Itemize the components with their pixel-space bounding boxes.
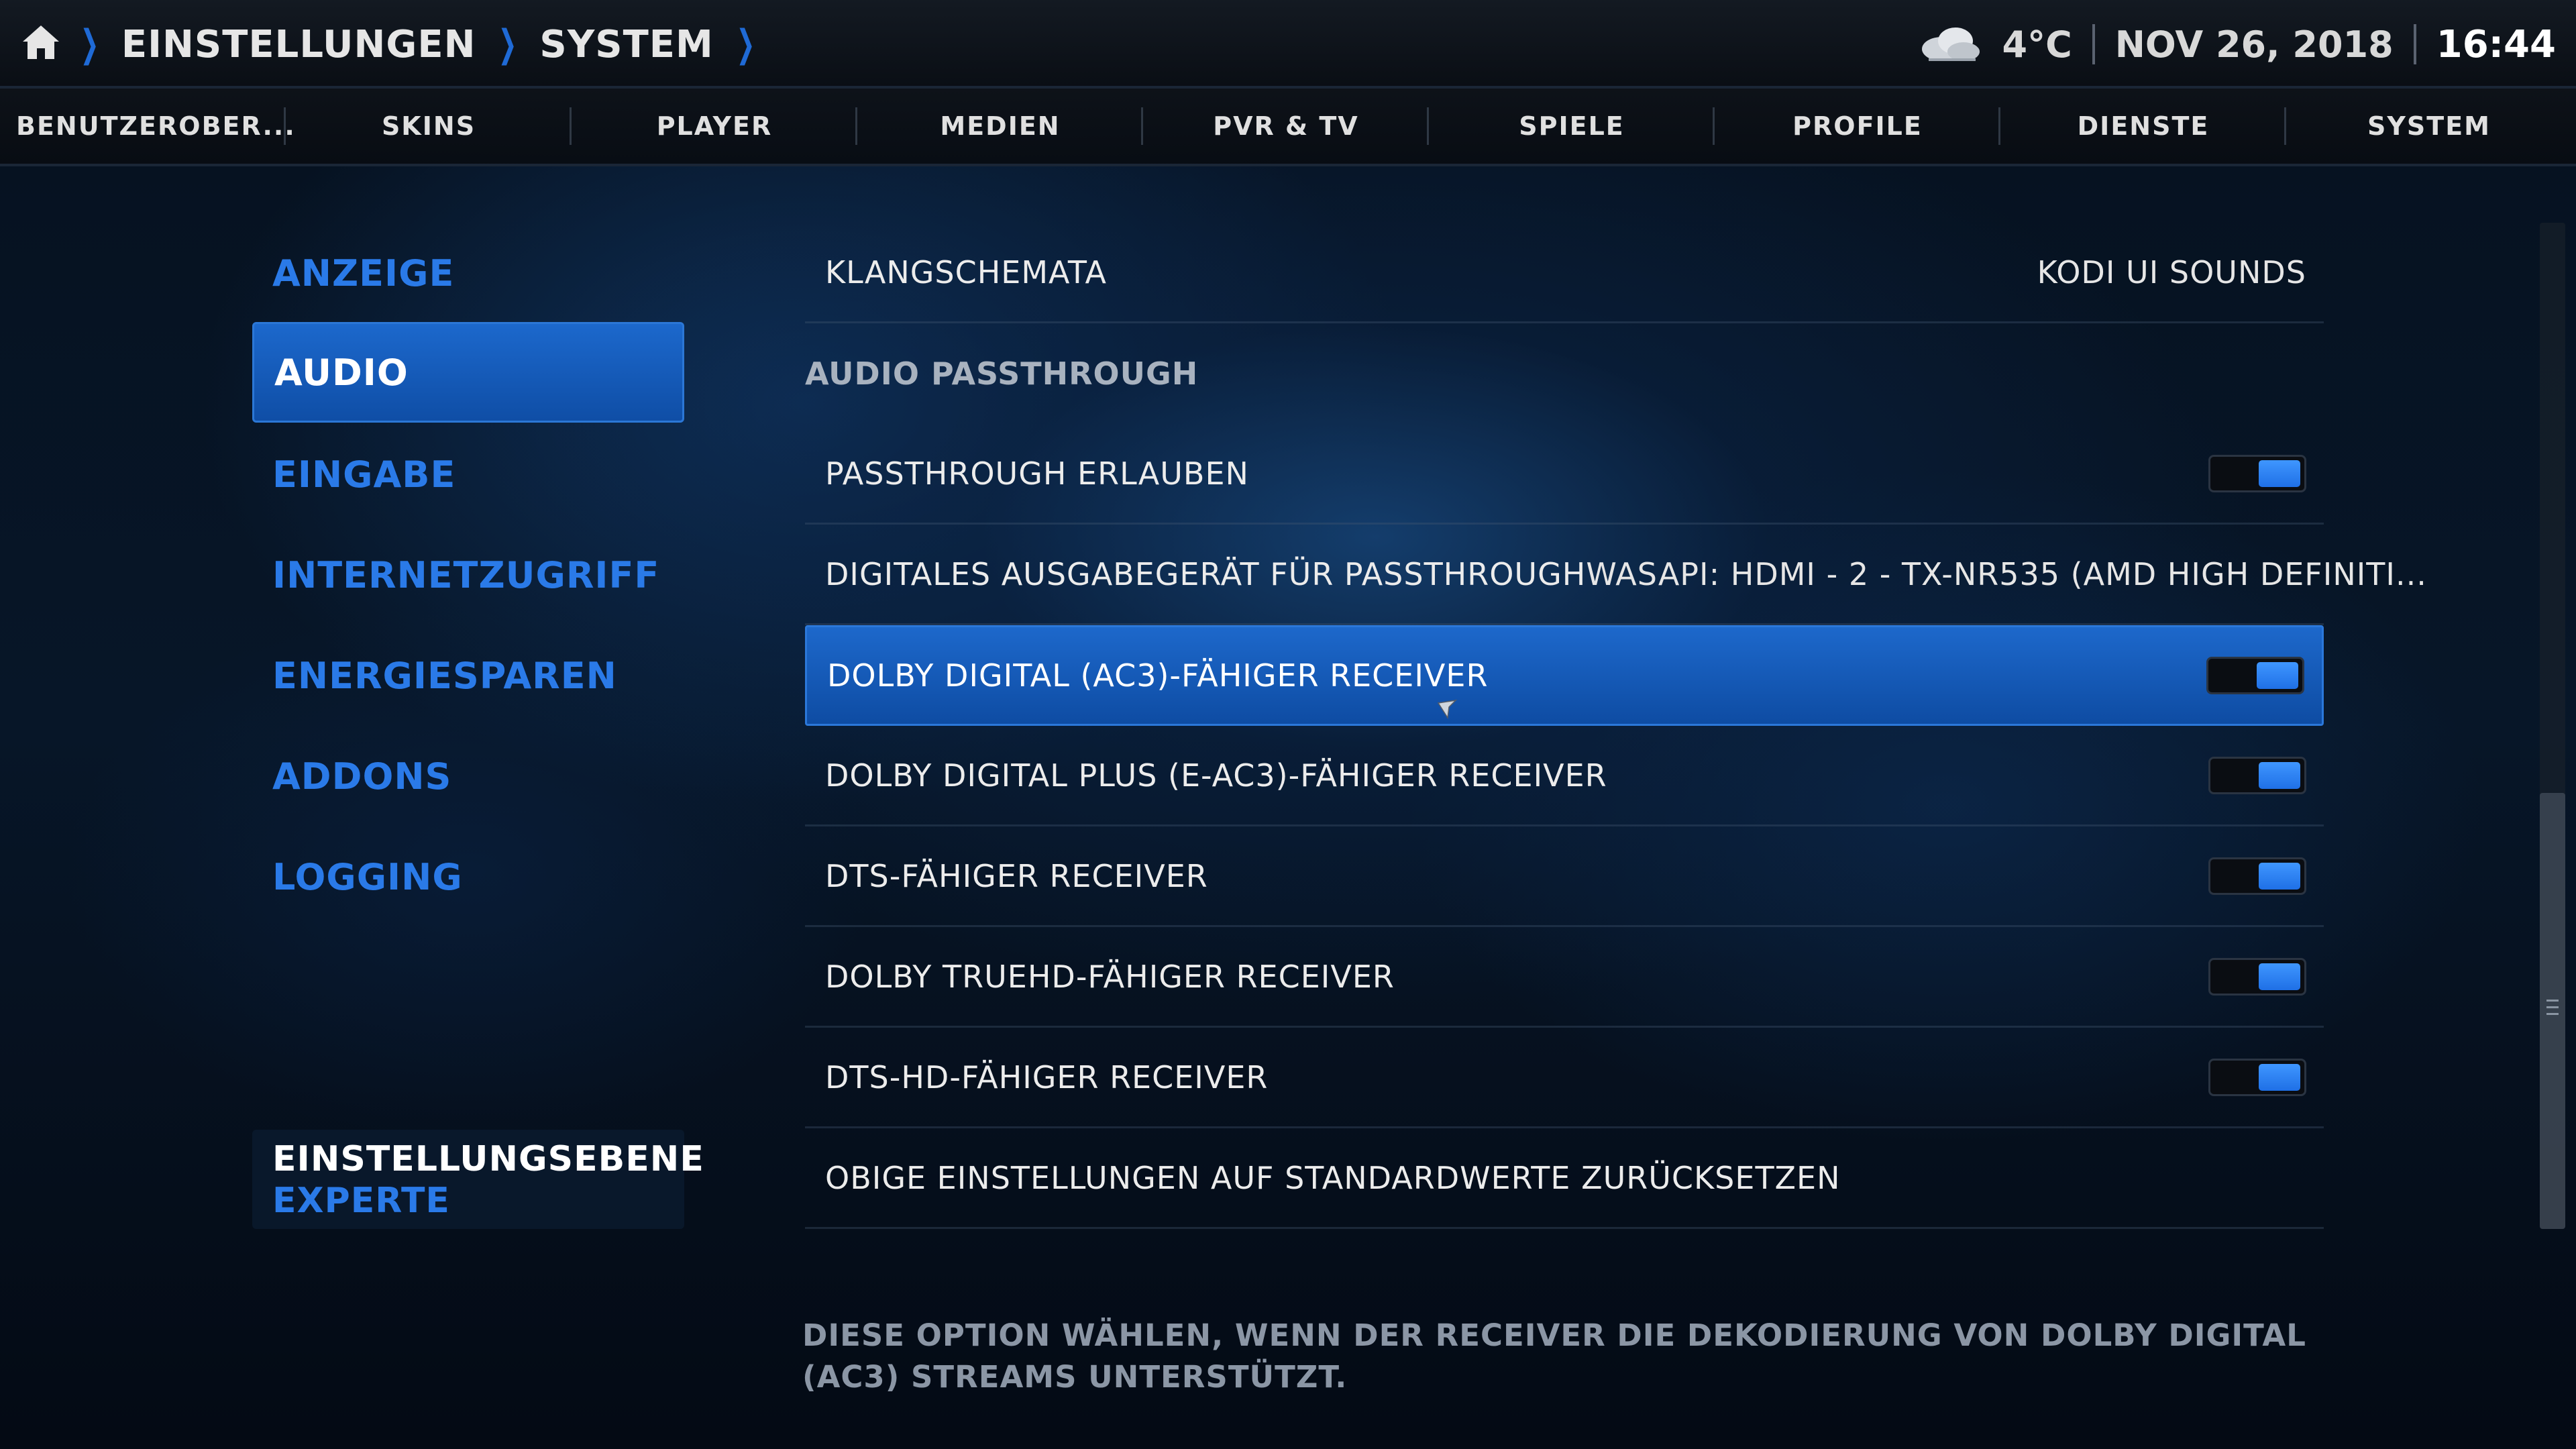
toggle-switch[interactable] [2208, 756, 2306, 794]
chevron-right-icon: ❯ [80, 22, 99, 66]
breadcrumb-item[interactable]: SYSTEM [539, 23, 713, 66]
tab-medien[interactable]: MEDIEN [857, 89, 1143, 164]
menu-item-audio[interactable]: AUDIO [252, 322, 684, 423]
toggle-knob [2257, 662, 2298, 689]
chevron-right-icon: ❯ [498, 22, 518, 66]
breadcrumb-item[interactable]: EINSTELLUNGEN [121, 23, 476, 66]
home-icon[interactable] [20, 23, 62, 62]
toggle-switch[interactable] [2208, 857, 2306, 895]
setting-dolby-digital-ac3[interactable]: DOLBY DIGITAL (AC3)-FÄHIGER RECEIVER [805, 625, 2324, 726]
menu-item-logging[interactable]: LOGGING [252, 826, 684, 927]
chevron-right-icon: ❯ [736, 22, 755, 66]
tab-pvr-tv[interactable]: PVR & TV [1143, 89, 1429, 164]
setting-passthrough-device[interactable]: DIGITALES AUSGABEGERÄT FÜR PASSTHROUGH W… [805, 525, 2426, 625]
setting-label: DOLBY TRUEHD-FÄHIGER RECEIVER [825, 958, 1395, 995]
divider [2092, 24, 2095, 64]
setting-description: DIESE OPTION WÄHLEN, WENN DER RECEIVER D… [802, 1318, 2306, 1395]
tab-dienste[interactable]: DIENSTE [2000, 89, 2286, 164]
temperature: 4°C [2002, 23, 2072, 66]
grip-line [2546, 1006, 2559, 1008]
setting-reset-defaults[interactable]: OBIGE EINSTELLUNGEN AUF STANDARDWERTE ZU… [805, 1128, 2324, 1229]
section-header-audio-passthrough: AUDIO PASSTHROUGH [805, 323, 2324, 424]
scrollbar-thumb[interactable] [2540, 793, 2565, 1229]
settings-level-button[interactable]: EINSTELLUNGSEBENE EXPERTE [252, 1130, 704, 1229]
clock: 16:44 [2436, 22, 2556, 66]
setting-klangschemata[interactable]: KLANGSCHEMATA KODI UI SOUNDS [805, 223, 2324, 323]
setting-label: DOLBY DIGITAL PLUS (E-AC3)-FÄHIGER RECEI… [825, 757, 1607, 794]
scrollbar[interactable] [2540, 223, 2565, 1229]
menu-item-energiesparen[interactable]: ENERGIESPAREN [252, 625, 684, 726]
toggle-knob [2259, 1063, 2300, 1091]
tab-skins[interactable]: SKINS [286, 89, 572, 164]
status-area: 4°C NOV 26, 2018 16:44 [1915, 19, 2556, 70]
setting-dts[interactable]: DTS-FÄHIGER RECEIVER [805, 826, 2324, 927]
setting-dolby-truehd[interactable]: DOLBY TRUEHD-FÄHIGER RECEIVER [805, 927, 2324, 1028]
cloud-icon [1921, 28, 1980, 61]
setting-label: OBIGE EINSTELLUNGEN AUF STANDARDWERTE ZU… [825, 1159, 1841, 1196]
setting-label: DIGITALES AUSGABEGERÄT FÜR PASSTHROUGH [825, 555, 1587, 592]
setting-value: WASAPI: HDMI - 2 - TX-NR535 (AMD HIGH DE… [1586, 555, 2427, 592]
menu-item-eingabe[interactable]: EINGABE [252, 424, 684, 525]
setting-label: DOLBY DIGITAL (AC3)-FÄHIGER RECEIVER [827, 657, 1489, 694]
toggle-switch[interactable] [2208, 957, 2306, 996]
setting-dolby-digital-plus[interactable]: DOLBY DIGITAL PLUS (E-AC3)-FÄHIGER RECEI… [805, 726, 2324, 826]
setting-passthrough-erlauben[interactable]: PASSTHROUGH ERLAUBEN [805, 424, 2324, 525]
setting-label: PASSTHROUGH ERLAUBEN [825, 455, 1249, 492]
menu-item-anzeige[interactable]: ANZEIGE [252, 223, 684, 323]
setting-label: KLANGSCHEMATA [825, 254, 1107, 290]
setting-label: DTS-FÄHIGER RECEIVER [825, 857, 1208, 894]
settings-category-menu: ANZEIGE EINGABE INTERNETZUGRIFF ENERGIES… [252, 223, 684, 927]
grip-line [2546, 1000, 2559, 1002]
setting-value: KODI UI SOUNDS [2037, 254, 2306, 290]
toggle-switch[interactable] [2206, 657, 2304, 694]
menu-item-addons[interactable]: ADDONS [252, 726, 684, 826]
grip-line [2546, 1013, 2559, 1015]
section-label: AUDIO PASSTHROUGH [805, 356, 1199, 392]
tab-player[interactable]: PLAYER [572, 89, 857, 164]
date: NOV 26, 2018 [2114, 23, 2394, 66]
tab-benutzeroberflaeche[interactable]: BENUTZEROBER... [0, 89, 294, 164]
breadcrumb: ❯ EINSTELLUNGEN ❯ SYSTEM ❯ [74, 19, 761, 70]
settings-list: KLANGSCHEMATA KODI UI SOUNDS AUDIO PASST… [805, 223, 2426, 1229]
settings-level-value: EXPERTE [272, 1181, 450, 1221]
toggle-knob [2259, 761, 2300, 789]
tab-spiele[interactable]: SPIELE [1429, 89, 1715, 164]
toggle-switch[interactable] [2208, 454, 2306, 492]
setting-dts-hd[interactable]: DTS-HD-FÄHIGER RECEIVER [805, 1028, 2324, 1128]
tab-system[interactable]: SYSTEM [2286, 89, 2572, 164]
setting-label: DTS-HD-FÄHIGER RECEIVER [825, 1059, 1269, 1095]
settings-level-title: EINSTELLUNGSEBENE [272, 1139, 704, 1179]
toggle-knob [2259, 862, 2300, 890]
tab-profile[interactable]: PROFILE [1715, 89, 2000, 164]
mouse-cursor-icon [1437, 699, 1458, 720]
toggle-knob [2259, 963, 2300, 990]
menu-item-internetzugriff[interactable]: INTERNETZUGRIFF [252, 525, 684, 625]
top-bar: ❯ EINSTELLUNGEN ❯ SYSTEM ❯ 4°C NOV 26, 2… [0, 0, 2576, 89]
toggle-knob [2259, 460, 2300, 487]
category-tabs: BENUTZEROBER... SKINS PLAYER MEDIEN PVR … [0, 89, 2576, 166]
divider [2413, 24, 2416, 64]
toggle-switch[interactable] [2208, 1058, 2306, 1096]
